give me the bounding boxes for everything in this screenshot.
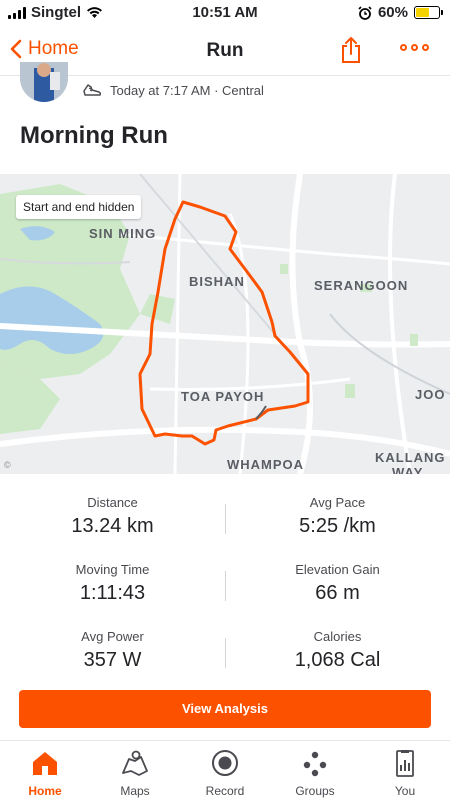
stats-row: Distance 13.24 km Avg Pace 5:25 /km — [0, 486, 450, 553]
stat-distance: Distance 13.24 km — [0, 486, 225, 538]
tab-record[interactable]: Record — [180, 741, 270, 800]
stat-avg-power: Avg Power 357 W — [0, 620, 225, 672]
more-options-button[interactable] — [400, 44, 429, 51]
route-map[interactable]: Start and end hidden SIN MING BISHAN SER… — [0, 174, 450, 474]
privacy-chip: Start and end hidden — [16, 195, 142, 219]
stat-calories: Calories 1,068 Cal — [225, 620, 450, 672]
stat-label: Moving Time — [75, 562, 150, 577]
tab-groups[interactable]: Groups — [270, 741, 360, 800]
tab-label: Home — [28, 784, 62, 798]
tab-you[interactable]: You — [360, 741, 450, 800]
running-shoe-icon — [83, 84, 102, 96]
view-analysis-button[interactable]: View Analysis — [19, 690, 431, 728]
stat-avg-pace: Avg Pace 5:25 /km — [225, 486, 450, 538]
stats-row: Moving Time 1:11:43 Elevation Gain 66 m — [0, 553, 450, 620]
tab-maps[interactable]: Maps — [90, 741, 180, 800]
stat-label: Distance — [87, 495, 138, 510]
stat-value: 1:11:43 — [79, 582, 146, 604]
stat-value: 5:25 /km — [299, 515, 376, 537]
map-label-whampoa: WHAMPOA — [227, 457, 305, 472]
status-bar: Singtel 10:51 AM 60% — [0, 0, 450, 26]
map-label-sin-ming: SIN MING — [89, 226, 157, 241]
share-button[interactable] — [340, 36, 362, 69]
map-label-toa-payoh: TOA PAYOH — [181, 389, 265, 404]
battery-icon — [414, 6, 443, 19]
stat-label: Elevation Gain — [295, 562, 380, 577]
tab-label: Maps — [120, 784, 150, 798]
groups-icon — [303, 751, 327, 777]
tab-bar: Home Maps Record Groups You — [0, 740, 450, 800]
map-label-serangoon: SERANGOON — [314, 278, 409, 293]
map-label-bishan: BISHAN — [189, 274, 245, 289]
record-icon — [212, 750, 238, 776]
stat-label: Avg Pace — [309, 495, 366, 510]
tab-home[interactable]: Home — [0, 741, 90, 800]
map-label-kallang: KALLANG — [375, 450, 446, 465]
stat-value: 357 W — [83, 649, 142, 671]
stat-moving-time: Moving Time 1:11:43 — [0, 553, 225, 605]
activity-meta: Today at 7:17 AM · Central — [82, 82, 264, 98]
you-icon — [396, 750, 414, 777]
stat-elevation-gain: Elevation Gain 66 m — [225, 553, 450, 605]
tab-label: Record — [205, 784, 245, 798]
stat-value: 1,068 Cal — [294, 649, 381, 671]
battery-percent: 60% — [377, 4, 408, 21]
map-label-way: WAY — [392, 465, 424, 474]
avatar[interactable] — [20, 62, 68, 102]
avatar-photo — [20, 62, 68, 102]
stats-grid: Distance 13.24 km Avg Pace 5:25 /km Movi… — [0, 486, 450, 687]
activity-meta-text: Today at 7:17 AM · Central — [110, 82, 264, 98]
stat-label: Avg Power — [81, 629, 144, 644]
alarm-clock-icon — [358, 5, 372, 20]
map-attribution-icon[interactable]: © — [4, 460, 11, 470]
status-right: 60% — [358, 4, 443, 21]
map-canvas — [0, 174, 450, 474]
tab-label: Groups — [295, 784, 335, 798]
maps-icon — [122, 750, 148, 776]
stat-value: 13.24 km — [71, 515, 154, 537]
stats-row: Avg Power 357 W Calories 1,068 Cal — [0, 620, 450, 687]
map-label-joo: JOO — [415, 387, 446, 402]
tab-label: You — [394, 784, 416, 798]
activity-title: Morning Run — [20, 122, 168, 149]
share-icon — [342, 37, 360, 63]
stat-value: 66 m — [315, 582, 360, 604]
page-title: Run — [206, 40, 244, 61]
stat-label: Calories — [313, 629, 362, 644]
home-icon — [33, 752, 57, 775]
